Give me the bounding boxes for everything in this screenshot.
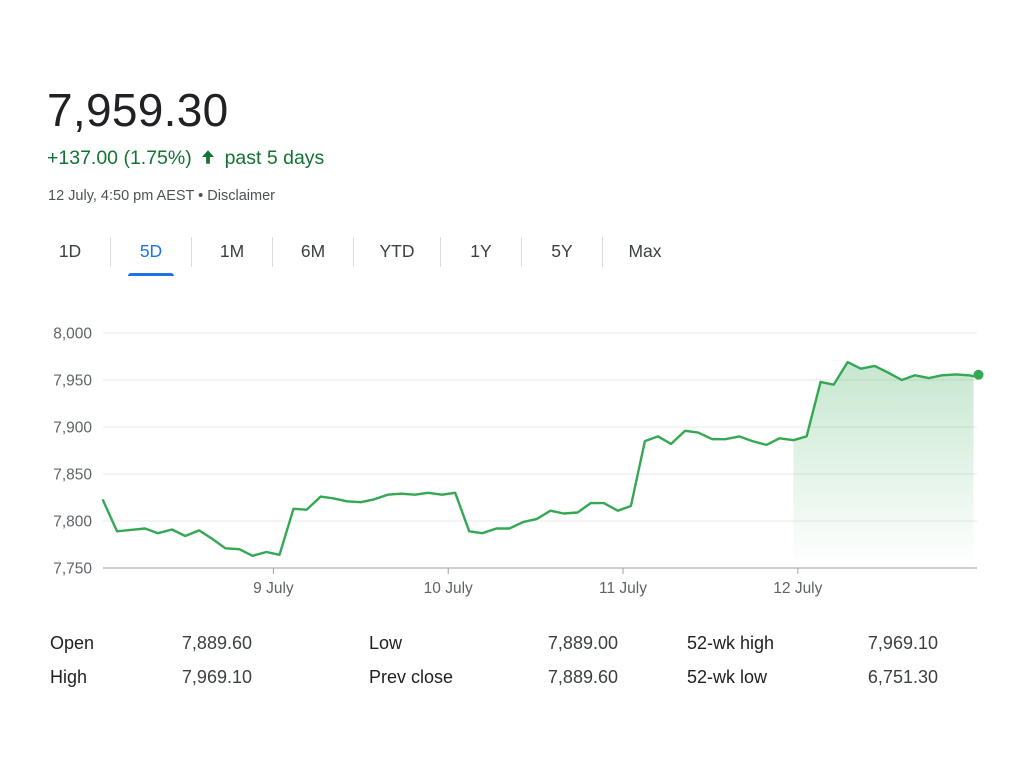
stat-value-52wk-low: 6,751.30 xyxy=(867,667,938,687)
x-tick-label: 12 July xyxy=(773,580,822,597)
y-tick-label: 7,800 xyxy=(53,514,92,531)
change-period: past 5 days xyxy=(224,147,325,169)
tab-1d[interactable]: 1D xyxy=(30,232,110,272)
stat-label-low: Low xyxy=(369,633,403,653)
stats-table: Open 7,889.60 High 7,969.10 Low 7,889.00… xyxy=(50,628,950,698)
range-tabs: 1D 5D 1M 6M YTD 1Y 5Y Max xyxy=(30,232,687,276)
x-tick-label: 9 July xyxy=(253,580,294,597)
stat-value-low: 7,889.00 xyxy=(547,633,618,653)
current-price: 7,959.30 xyxy=(47,84,229,136)
arrow-up-icon xyxy=(202,150,215,164)
tab-5d[interactable]: 5D xyxy=(111,232,191,272)
tab-ytd[interactable]: YTD xyxy=(354,232,440,272)
last-price-point xyxy=(973,369,984,380)
x-tick-label: 11 July xyxy=(599,580,647,597)
y-tick-label: 7,950 xyxy=(53,373,92,390)
stat-value-high: 7,969.10 xyxy=(181,667,252,687)
tab-1m[interactable]: 1M xyxy=(192,232,272,272)
y-tick-label: 8,000 xyxy=(53,326,92,343)
x-tick-label: 10 July xyxy=(424,580,473,597)
stat-label-52wk-high: 52-wk high xyxy=(687,633,775,653)
tab-1y[interactable]: 1Y xyxy=(441,232,521,272)
y-tick-label: 7,850 xyxy=(53,467,92,484)
stat-value-open: 7,889.60 xyxy=(181,633,252,653)
tab-6m[interactable]: 6M xyxy=(273,232,353,272)
stat-label-high: High xyxy=(50,667,88,687)
stat-value-prev-close: 7,889.60 xyxy=(547,667,618,687)
quote-timestamp: 12 July, 4:50 pm AEST • Disclaimer xyxy=(48,188,275,204)
area-fill xyxy=(793,362,974,568)
stat-label-prev-close: Prev close xyxy=(369,667,454,687)
price-chart: 8,000 7,950 7,900 7,850 7,800 7,750 9 July 10 J… xyxy=(53,326,984,597)
tab-5y[interactable]: 5Y xyxy=(522,232,602,272)
change-amount: +137.00 (1.75%) xyxy=(47,147,192,169)
tab-max[interactable]: Max xyxy=(603,232,687,272)
stat-label-52wk-low: 52-wk low xyxy=(687,667,768,687)
y-tick-label: 7,750 xyxy=(53,561,92,578)
price-change: +137.00 (1.75%) past 5 days xyxy=(47,144,324,172)
stat-value-52wk-high: 7,969.10 xyxy=(867,633,938,653)
y-tick-label: 7,900 xyxy=(53,420,92,437)
stat-label-open: Open xyxy=(50,633,95,653)
